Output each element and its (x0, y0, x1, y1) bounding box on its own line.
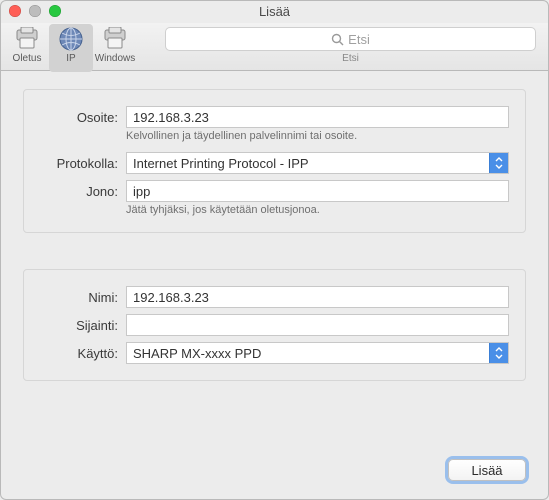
search-input[interactable]: Etsi (165, 27, 536, 51)
printer-icon (13, 26, 41, 52)
globe-icon (57, 26, 85, 52)
address-input[interactable] (126, 106, 509, 128)
titlebar: Lisää (1, 1, 548, 23)
toolbar: Oletus IP Windows (1, 23, 548, 71)
use-select[interactable]: SHARP MX-xxxx PPD (126, 342, 509, 364)
use-label: Käyttö: (34, 346, 126, 361)
address-label: Osoite: (34, 110, 126, 125)
queue-label: Jono: (34, 184, 126, 199)
window-title: Lisää (259, 4, 290, 19)
search-placeholder: Etsi (348, 32, 370, 47)
form-body: Osoite: Kelvollinen ja täydellinen palve… (1, 71, 548, 381)
queue-input[interactable] (126, 180, 509, 202)
minimize-icon[interactable] (29, 5, 41, 17)
location-input[interactable] (126, 314, 509, 336)
protocol-value: Internet Printing Protocol - IPP (133, 156, 309, 171)
chevron-updown-icon (489, 343, 508, 363)
toolbar-item-label: IP (66, 53, 75, 64)
name-label: Nimi: (34, 290, 126, 305)
close-icon[interactable] (9, 5, 21, 17)
footer: Lisää (448, 459, 526, 481)
location-label: Sijainti: (34, 318, 126, 333)
add-printer-window: Lisää Oletus IP (0, 0, 549, 500)
queue-hint: Jätä tyhjäksi, jos käytetään oletusjonoa… (126, 204, 320, 216)
search-caption: Etsi (342, 53, 359, 64)
connection-panel: Osoite: Kelvollinen ja täydellinen palve… (23, 89, 526, 233)
add-button[interactable]: Lisää (448, 459, 526, 481)
toolbar-item-label: Oletus (13, 53, 42, 64)
toolbar-item-ip[interactable]: IP (49, 24, 93, 72)
toolbar-item-default[interactable]: Oletus (5, 24, 49, 72)
name-input[interactable] (126, 286, 509, 308)
zoom-icon[interactable] (49, 5, 61, 17)
protocol-label: Protokolla: (34, 156, 126, 171)
address-hint: Kelvollinen ja täydellinen palvelinnimi … (126, 130, 357, 142)
search-icon (331, 33, 344, 46)
toolbar-item-label: Windows (95, 53, 136, 64)
chevron-updown-icon (489, 153, 508, 173)
use-value: SHARP MX-xxxx PPD (133, 346, 261, 361)
protocol-select[interactable]: Internet Printing Protocol - IPP (126, 152, 509, 174)
search-area: Etsi Etsi (165, 23, 544, 64)
printer-icon (101, 26, 129, 52)
info-panel: Nimi: Sijainti: Käyttö: SHARP MX-xxxx PP… (23, 269, 526, 381)
window-controls (9, 5, 61, 17)
toolbar-item-windows[interactable]: Windows (93, 24, 137, 72)
